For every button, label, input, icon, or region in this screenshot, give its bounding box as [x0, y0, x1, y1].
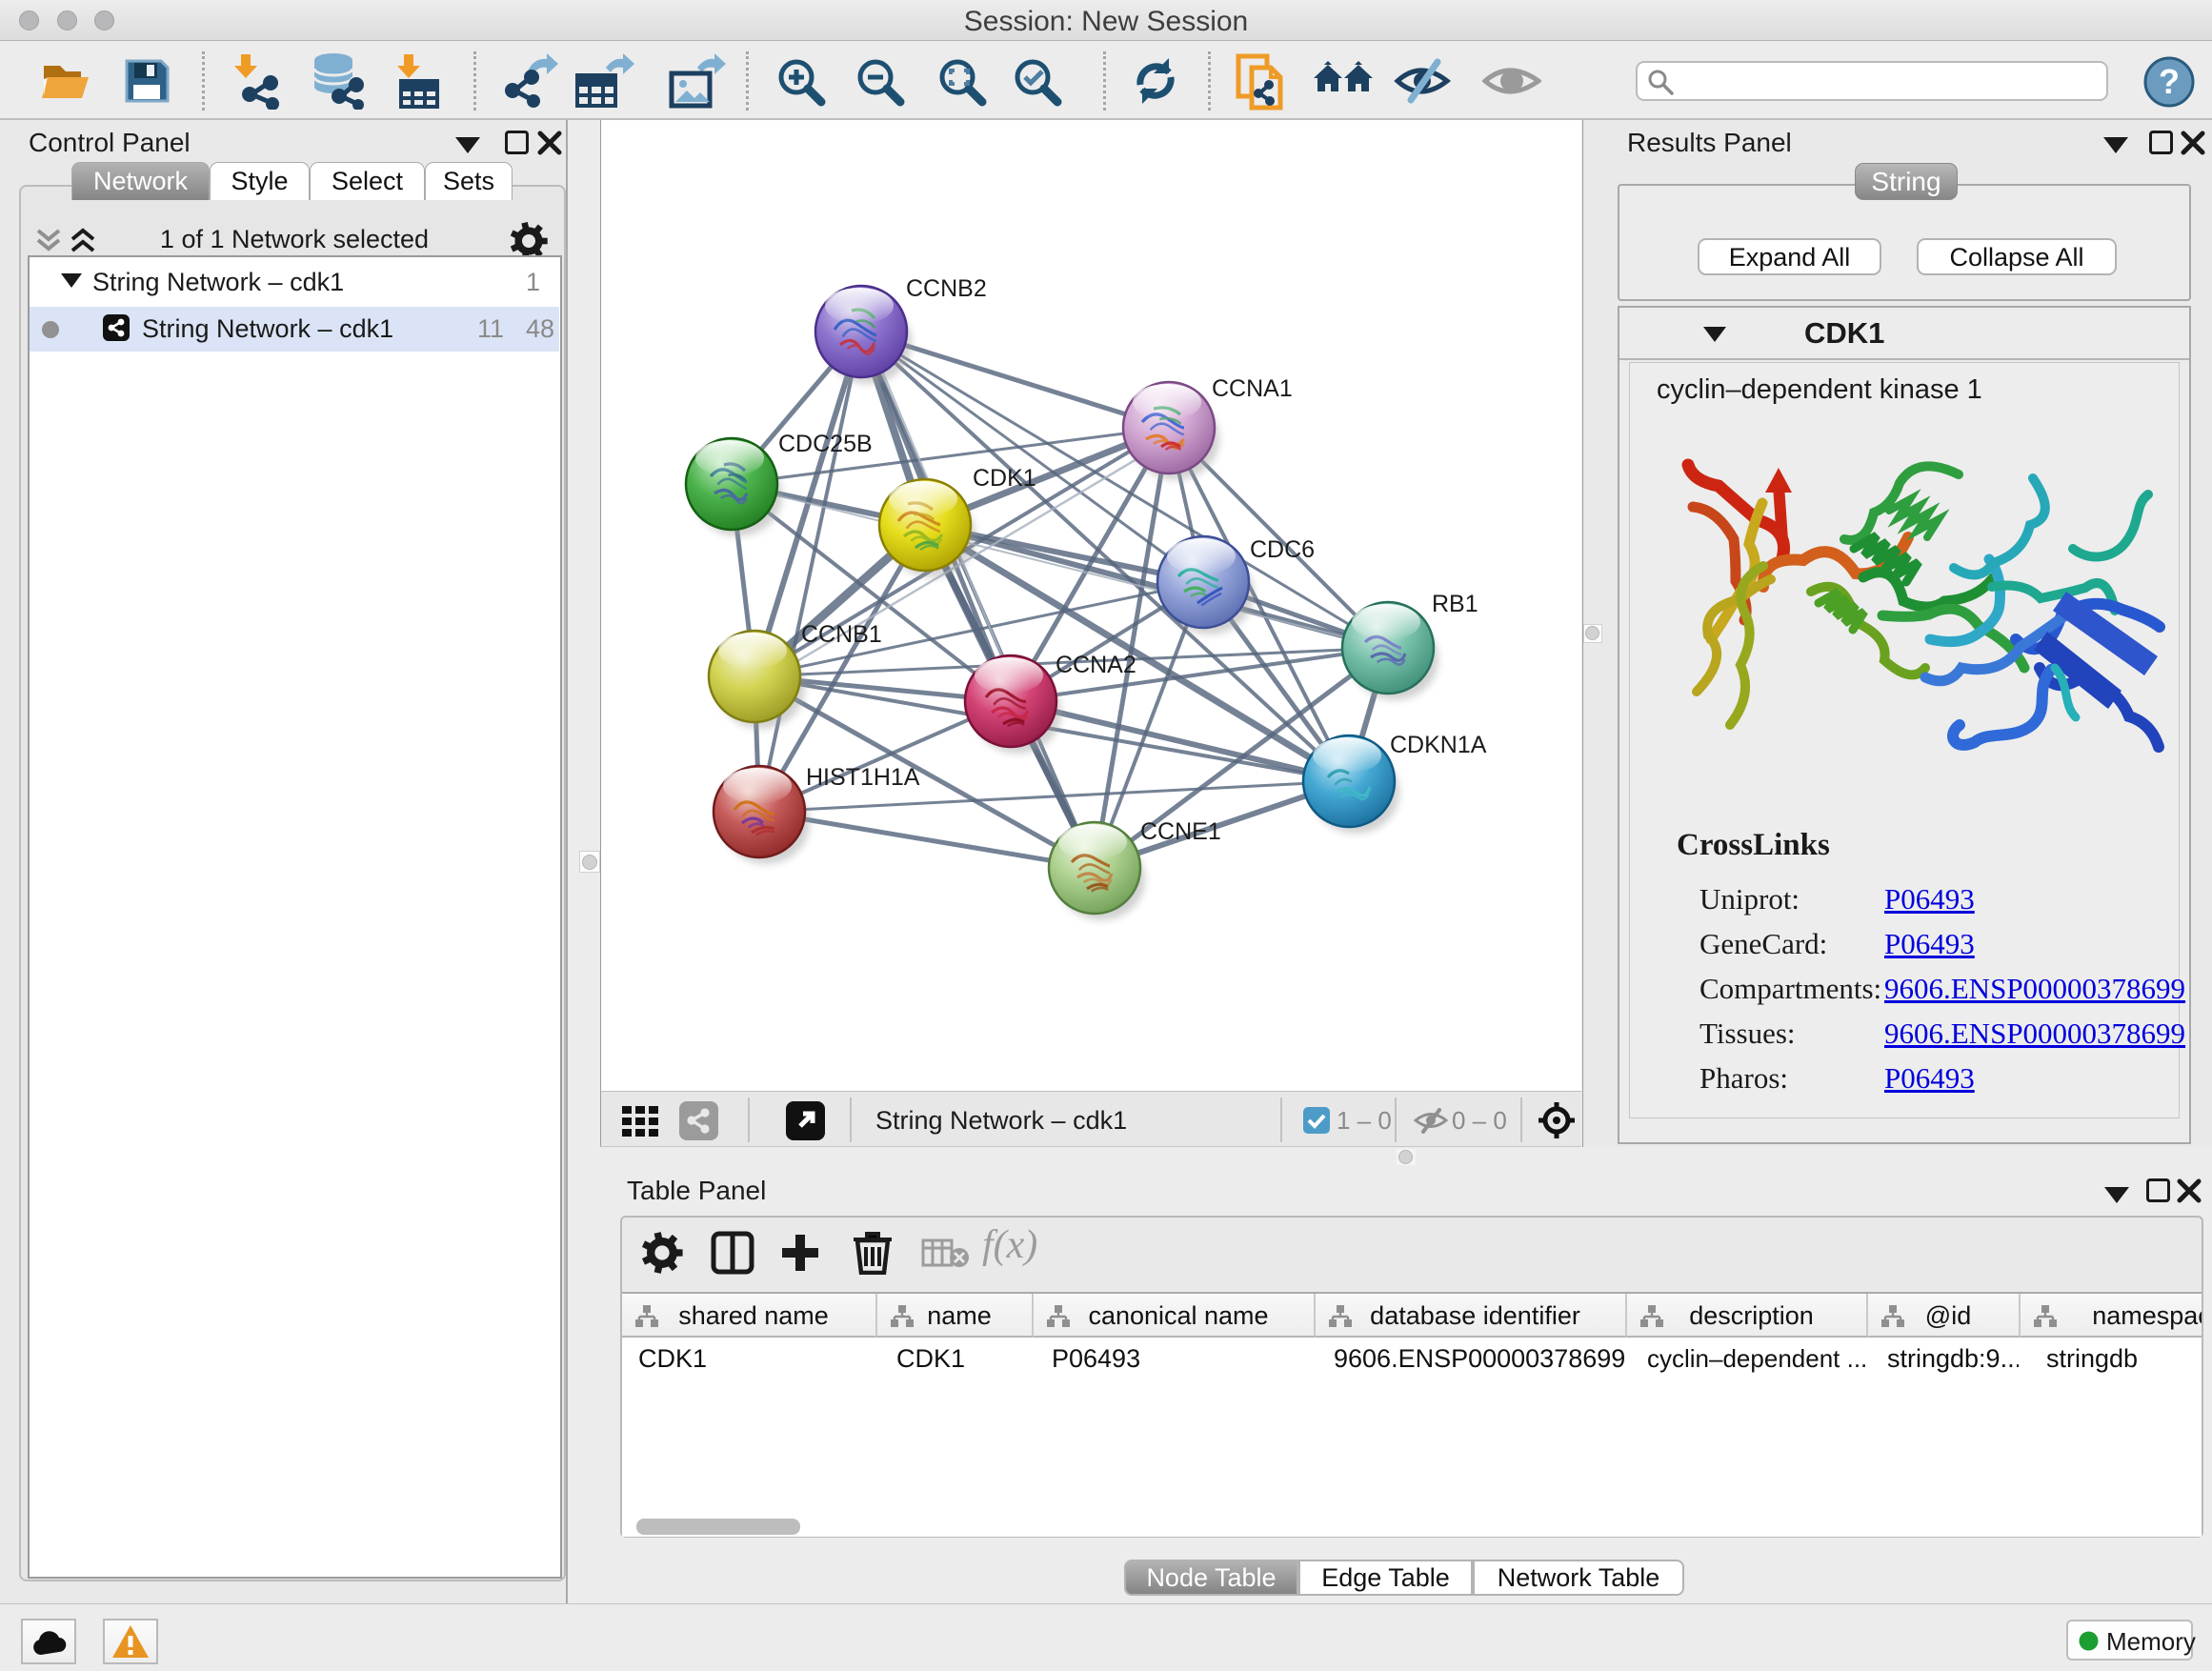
- svg-text:?: ?: [2159, 62, 2180, 101]
- svg-text:CDKN1A: CDKN1A: [1390, 732, 1487, 758]
- svg-text:CDC25B: CDC25B: [778, 431, 873, 457]
- svg-text:CCNA2: CCNA2: [1056, 652, 1136, 678]
- svg-text:HIST1H1A: HIST1H1A: [806, 764, 920, 791]
- svg-text:CCNA1: CCNA1: [1212, 375, 1293, 402]
- svg-text:CCNE1: CCNE1: [1140, 818, 1221, 845]
- svg-text:RB1: RB1: [1432, 591, 1478, 617]
- svg-text:CCNB1: CCNB1: [801, 621, 882, 648]
- svg-text:CDC6: CDC6: [1250, 536, 1315, 563]
- svg-text:CDK1: CDK1: [973, 465, 1036, 492]
- svg-text:CCNB2: CCNB2: [906, 275, 987, 302]
